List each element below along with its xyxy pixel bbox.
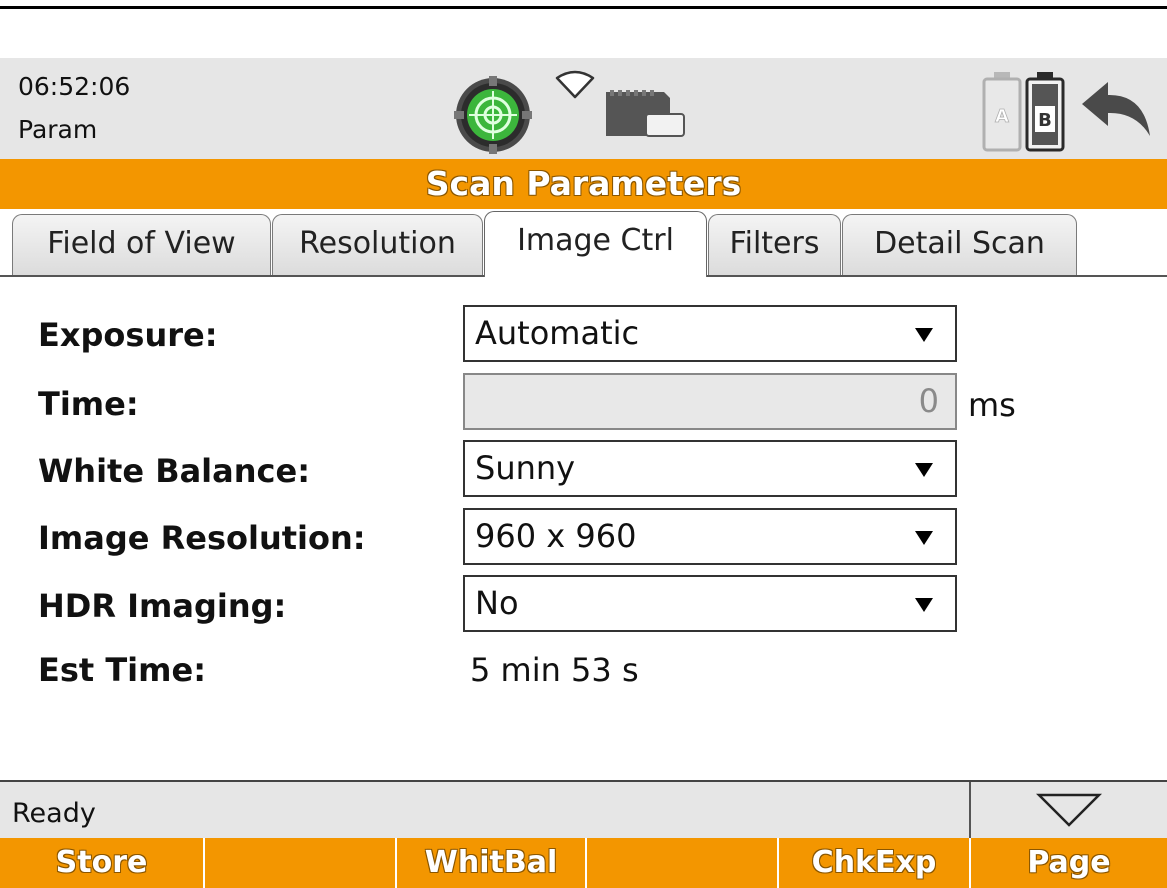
tab-image-ctrl[interactable]: Image Ctrl <box>484 211 707 277</box>
tab-field-of-view[interactable]: Field of View <box>12 214 271 275</box>
dropdown-arrow-icon <box>915 328 933 342</box>
hdr-imaging-label: HDR Imaging: <box>38 587 287 625</box>
image-resolution-label: Image Resolution: <box>38 519 366 557</box>
dropdown-arrow-icon <box>915 463 933 477</box>
hdr-imaging-value: No <box>475 584 519 622</box>
status-bar: Ready <box>0 782 1167 838</box>
softkey-4[interactable] <box>587 838 777 888</box>
est-time-label: Est Time: <box>38 651 206 689</box>
tab-resolution[interactable]: Resolution <box>272 214 483 275</box>
level-bubble-icon[interactable] <box>452 75 534 155</box>
tab-filters[interactable]: Filters <box>708 214 841 275</box>
dropdown-arrow-icon <box>915 531 933 545</box>
battery-b-label: B <box>1038 110 1052 131</box>
status-divider <box>969 782 971 838</box>
page-title: Scan Parameters <box>0 159 1167 209</box>
mode-label: Param <box>18 115 98 144</box>
wifi-icon <box>555 70 595 99</box>
whitbal-softkey[interactable]: WhitBal <box>397 838 585 888</box>
softkey-bar: Store WhitBal ChkExp Page <box>0 838 1167 888</box>
battery-b-icon: B <box>1025 72 1065 152</box>
page-softkey[interactable]: Page <box>971 838 1167 888</box>
image-resolution-value: 960 x 960 <box>475 517 637 555</box>
est-time-value: 5 min 53 s <box>470 651 639 689</box>
triangle-down-icon[interactable] <box>1036 792 1102 828</box>
status-text: Ready <box>12 798 96 829</box>
hdr-imaging-select[interactable]: No <box>463 575 957 632</box>
time-label: Time: <box>38 385 139 423</box>
exposure-select[interactable]: Automatic <box>463 305 957 362</box>
white-balance-label: White Balance: <box>38 452 310 490</box>
clock-time: 06:52:06 <box>18 72 131 101</box>
header-bar: 06:52:06 Param A B <box>0 58 1167 159</box>
chkexp-softkey[interactable]: ChkExp <box>779 838 969 888</box>
dropdown-arrow-icon <box>915 598 933 612</box>
back-arrow-icon[interactable] <box>1078 78 1154 142</box>
time-unit: ms <box>968 386 1016 424</box>
white-balance-select[interactable]: Sunny <box>463 440 957 497</box>
white-balance-value: Sunny <box>475 449 576 487</box>
battery-a-label: A <box>995 106 1009 127</box>
softkey-2[interactable] <box>205 838 395 888</box>
exposure-label: Exposure: <box>38 316 218 354</box>
tab-detail-scan[interactable]: Detail Scan <box>842 214 1077 275</box>
store-softkey[interactable]: Store <box>0 838 203 888</box>
sd-card-icon <box>606 90 685 137</box>
battery-a-icon: A <box>982 72 1022 152</box>
top-rule <box>0 6 1167 9</box>
image-resolution-select[interactable]: 960 x 960 <box>463 508 957 565</box>
exposure-value: Automatic <box>475 314 640 352</box>
time-input: 0 <box>463 373 957 430</box>
